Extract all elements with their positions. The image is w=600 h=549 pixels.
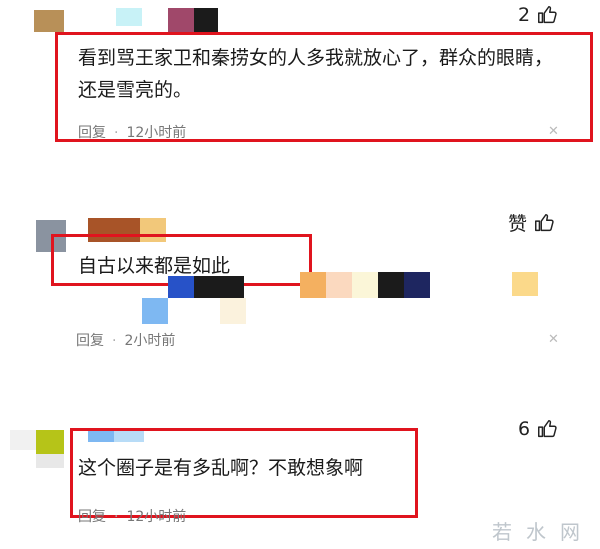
mosaic-block — [142, 298, 168, 324]
like-count: 2 — [518, 4, 531, 26]
comment-meta: 回复 · 12小时前 — [78, 509, 187, 525]
comment-time: 12小时前 — [126, 125, 187, 141]
like-button[interactable]: 2 — [518, 4, 558, 26]
mosaic-avatar — [10, 430, 36, 450]
like-count: 6 — [518, 418, 531, 440]
like-button[interactable]: 6 — [518, 418, 558, 440]
mosaic-block — [512, 272, 538, 296]
mosaic-block — [194, 276, 244, 298]
reply-button[interactable]: 回复 — [78, 125, 106, 141]
comment-meta: 回复 · 12小时前 — [78, 125, 187, 141]
mosaic-avatar — [36, 430, 64, 454]
reply-button[interactable]: 回复 — [78, 509, 106, 525]
mosaic-block — [352, 272, 378, 298]
comment-time: 2小时前 — [124, 333, 176, 349]
mosaic-block — [300, 272, 326, 298]
mosaic-block — [404, 272, 430, 298]
reply-button[interactable]: 回复 — [76, 333, 104, 349]
comment-text: 这个圈子是有多乱啊？不敢想象啊 — [78, 457, 364, 479]
mosaic-block — [326, 272, 352, 298]
mosaic-block — [378, 272, 404, 298]
watermark: 若水网 — [492, 520, 594, 544]
thumbs-up-icon — [538, 6, 557, 24]
mosaic-block — [194, 8, 218, 32]
mosaic-block — [36, 454, 64, 468]
close-icon[interactable]: ✕ — [548, 332, 559, 347]
mosaic-block — [220, 298, 246, 324]
mosaic-block — [168, 8, 194, 32]
mosaic-block — [116, 8, 142, 26]
comment-meta: 回复 · 2小时前 — [76, 333, 176, 349]
thumbs-up-icon — [538, 420, 557, 438]
like-button[interactable]: 赞 — [508, 209, 555, 236]
comment-text: 看到骂王家卫和秦捞女的人多我就放心了，群众的眼睛，还是雪亮的。 — [78, 47, 554, 101]
mosaic-block — [168, 276, 194, 298]
thumbs-up-icon — [535, 213, 554, 231]
like-count: 赞 — [508, 213, 528, 235]
comment-time: 12小时前 — [126, 509, 187, 525]
mosaic-avatar — [34, 10, 64, 32]
close-icon[interactable]: ✕ — [548, 124, 559, 139]
